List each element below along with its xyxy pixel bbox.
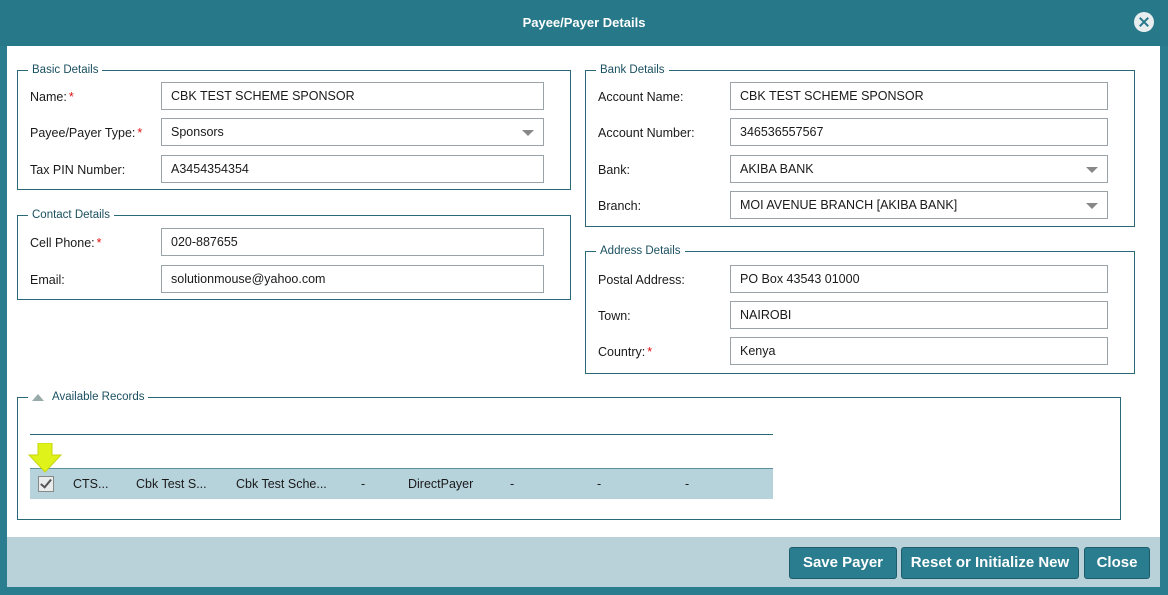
payer-type-select[interactable]: Sponsors	[161, 118, 544, 146]
tax-pin-input[interactable]: A3454354354	[161, 155, 544, 183]
name-input[interactable]: CBK TEST SCHEME SPONSOR	[161, 82, 544, 110]
row-cell-dash-1: -	[361, 477, 366, 491]
cell-phone-input[interactable]: 020-887655	[161, 228, 544, 256]
town-label: Town:	[598, 309, 631, 323]
close-icon[interactable]	[1134, 12, 1154, 32]
payer-type-label: Payee/Payer Type: *	[30, 126, 143, 140]
contact-details-legend: Contact Details	[32, 209, 110, 221]
tax-pin-label: Tax PIN Number:	[30, 163, 126, 177]
account-number-input[interactable]: 346536557567	[730, 118, 1108, 146]
town-input[interactable]: NAIROBI	[730, 301, 1108, 329]
branch-value: MOI AVENUE BRANCH [AKIBA BANK]	[740, 198, 958, 212]
account-name-label: Account Name:	[598, 90, 684, 104]
records-header-divider	[30, 434, 773, 435]
row-cell-dash-4: -	[685, 477, 690, 491]
chevron-down-icon[interactable]	[1086, 167, 1098, 173]
chevron-down-icon[interactable]	[522, 130, 534, 136]
table-row[interactable]: CTS... Cbk Test S... Cbk Test Sche... - …	[30, 468, 773, 499]
close-button[interactable]: Close	[1084, 547, 1150, 579]
highlight-arrow-icon	[28, 443, 62, 473]
basic-details-legend: Basic Details	[32, 64, 99, 76]
dialog-titlebar: Payee/Payer Details	[0, 0, 1168, 46]
row-checkbox[interactable]	[38, 476, 54, 492]
dialog-title: Payee/Payer Details	[522, 15, 646, 30]
branch-label: Branch:	[598, 199, 642, 213]
bank-value: AKIBA BANK	[740, 162, 814, 176]
row-cell-code: CTS...	[73, 477, 109, 491]
branch-select[interactable]: MOI AVENUE BRANCH [AKIBA BANK]	[730, 191, 1108, 219]
row-cell-dash-3: -	[597, 477, 602, 491]
available-records-section: Available Records	[17, 391, 1121, 520]
payer-type-value: Sponsors	[171, 125, 224, 139]
collapse-triangle-icon[interactable]	[32, 393, 44, 401]
save-payer-button[interactable]: Save Payer	[789, 547, 897, 579]
cell-phone-label: Cell Phone: *	[30, 236, 102, 250]
account-name-input[interactable]: CBK TEST SCHEME SPONSOR	[730, 82, 1108, 110]
bank-label: Bank:	[598, 163, 630, 177]
row-cell-payer-type: DirectPayer	[408, 477, 474, 491]
country-input[interactable]: Kenya	[730, 337, 1108, 365]
available-records-legend[interactable]: Available Records	[28, 391, 148, 403]
account-number-label: Account Number:	[598, 126, 695, 140]
email-input[interactable]: solutionmouse@yahoo.com	[161, 265, 544, 293]
name-label: Name: *	[30, 90, 74, 104]
row-cell-dash-2: -	[510, 477, 515, 491]
row-cell-short-name: Cbk Test S...	[136, 477, 207, 491]
reset-button[interactable]: Reset or Initialize New	[901, 547, 1079, 579]
postal-address-input[interactable]: PO Box 43543 01000	[730, 265, 1108, 293]
email-label: Email:	[30, 273, 65, 287]
address-details-legend: Address Details	[600, 245, 681, 257]
bank-details-legend: Bank Details	[600, 64, 665, 76]
chevron-down-icon[interactable]	[1086, 203, 1098, 209]
row-cell-full-name: Cbk Test Sche...	[236, 477, 327, 491]
postal-address-label: Postal Address:	[598, 273, 685, 287]
bank-select[interactable]: AKIBA BANK	[730, 155, 1108, 183]
country-label: Country: *	[598, 345, 653, 359]
